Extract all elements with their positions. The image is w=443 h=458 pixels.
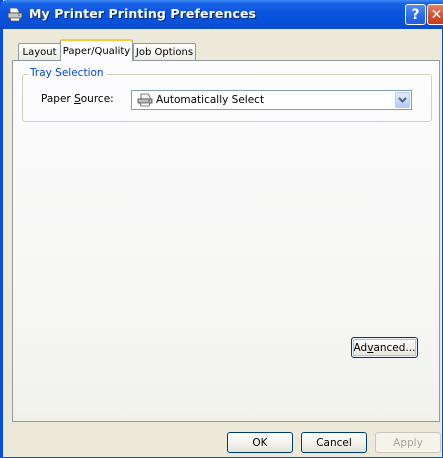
cancel-button[interactable]: Cancel (301, 432, 367, 453)
tab-layout[interactable]: Layout (18, 43, 61, 60)
close-icon: ✕ (430, 6, 443, 23)
title-bar[interactable]: My Printer Printing Preferences ? ✕ (0, 0, 443, 29)
printer-icon (7, 7, 23, 22)
ok-button[interactable]: OK (227, 432, 293, 453)
apply-button[interactable]: Apply (375, 432, 441, 453)
paper-source-value: Automatically Select (156, 94, 265, 106)
window-title: My Printer Printing Preferences (29, 6, 257, 21)
close-button[interactable]: ✕ (427, 4, 443, 25)
printer-tray-icon (137, 93, 153, 107)
advanced-label-prefix: Ad (353, 341, 368, 354)
paper-source-label-prefix: Paper (41, 93, 75, 105)
paper-source-label: Paper Source: (41, 93, 114, 105)
advanced-label-suffix: anced... (373, 341, 416, 354)
group-title-tray-selection: Tray Selection (28, 67, 106, 79)
help-button[interactable]: ? (405, 4, 426, 25)
tab-paper-quality[interactable]: Paper/Quality (60, 39, 133, 61)
help-icon: ? (411, 6, 420, 23)
tab-job-options[interactable]: Job Options (133, 43, 196, 60)
chevron-down-icon (398, 97, 407, 103)
printing-preferences-window: My Printer Printing Preferences ? ✕ Layo… (0, 0, 443, 458)
paper-source-select[interactable]: Automatically Select (131, 90, 412, 110)
advanced-button[interactable]: Ad v anced... (351, 337, 418, 358)
paper-source-label-suffix: ource: (80, 93, 114, 105)
paper-source-accelerator: S (74, 93, 81, 105)
dropdown-button[interactable] (395, 92, 410, 108)
